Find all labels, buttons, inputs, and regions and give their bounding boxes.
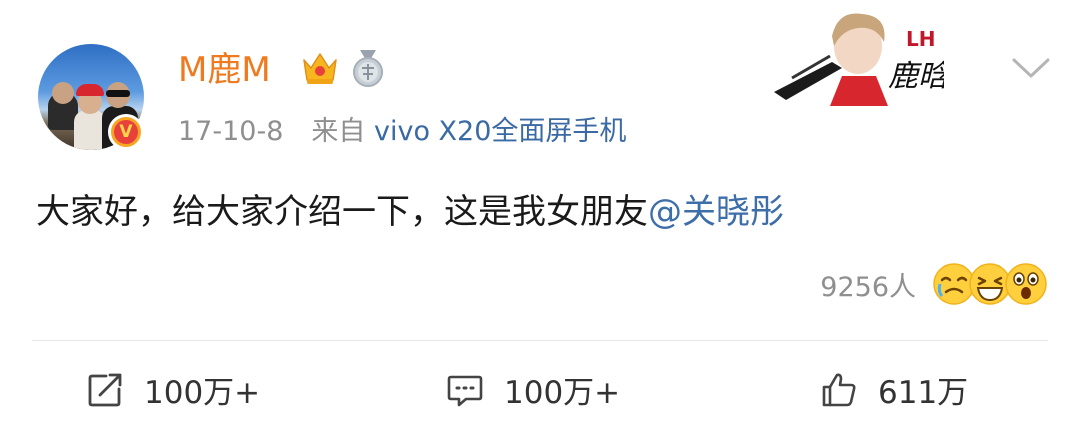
svg-text:鹿晗: 鹿晗 [888,59,944,94]
like-count: 611万 [878,375,969,411]
post-text: 大家好，给大家介绍一下，这是我女朋友@关晓彤 [36,186,784,238]
reaction-count: 9256人 [820,271,916,303]
like-button[interactable]: 611万 [820,341,968,438]
repost-icon [88,373,122,406]
post-meta: 17-10-8 来自 vivo X20全面屏手机 [178,114,626,150]
crown-icon[interactable] [300,48,340,88]
username[interactable]: M鹿M [178,50,271,90]
reactions-summary[interactable]: 9256人 [820,258,1048,310]
post-date: 17-10-8 [178,116,284,147]
mention-link[interactable]: @关晓彤 [648,192,784,232]
source-device-link[interactable]: vivo X20全面屏手机 [374,116,626,147]
action-bar: 100万+ 100万+ 611万 [0,341,1080,438]
weibo-post-card: V M鹿M 17-10-8 来自 vivo X20全面屏手机 鹿晗 LH 大家好，… [0,0,1080,438]
svg-text:LH: LH [906,27,935,51]
thumbs-up-icon [822,373,856,406]
surprised-emoji-icon [1005,263,1047,305]
comment-icon [447,375,483,406]
verified-badge-icon: V [108,114,144,150]
source-prefix: 来自 [311,116,366,147]
post-text-body: 大家好，给大家介绍一下，这是我女朋友 [36,192,648,232]
comment-button[interactable]: 100万+ [446,341,620,438]
chevron-down-icon[interactable] [1010,54,1052,82]
repost-count: 100万+ [144,375,261,411]
fan-banner-image[interactable]: 鹿晗 LH [772,6,944,106]
medal-icon[interactable] [350,48,386,88]
repost-button[interactable]: 100万+ [86,341,260,438]
comment-count: 100万+ [504,375,621,411]
